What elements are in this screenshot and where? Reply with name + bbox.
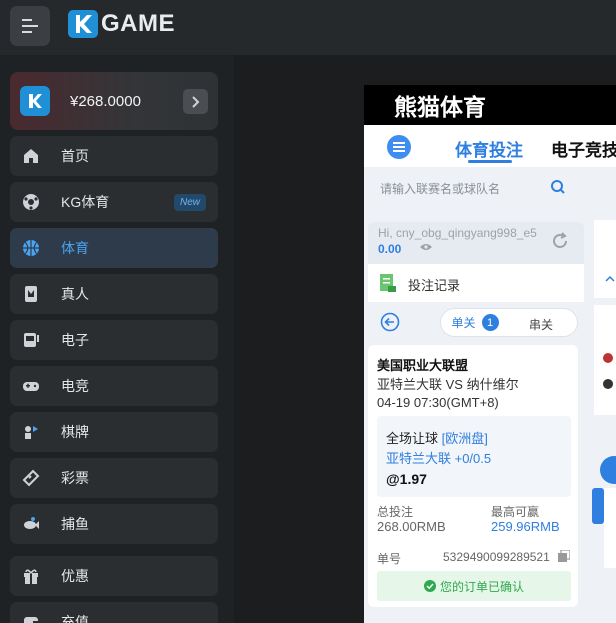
- active-tab-indicator: [468, 160, 512, 163]
- tabs-menu-button[interactable]: [387, 135, 411, 159]
- tab-sports-betting[interactable]: 体育投注: [455, 136, 523, 161]
- home-icon: [21, 146, 41, 166]
- soccer-ball-icon: [21, 192, 41, 212]
- parlay-bet-tab[interactable]: 串关: [529, 316, 553, 333]
- sidebar-item-label: 体育: [61, 240, 89, 256]
- sidebar-item-kg-sports[interactable]: KG体育 New: [10, 182, 218, 222]
- wallet-icon: [21, 612, 41, 623]
- gamepad-icon: [21, 376, 41, 396]
- bet-mode-toggle: 单关 1 串关: [440, 308, 578, 337]
- collapsed-right-column: [592, 167, 616, 623]
- sportsbook-panel: 熊猫体育 体育投注 电子竞技 请输入联赛名或球队名 Hi, cny_obg_qi…: [364, 85, 616, 623]
- wallet-expand-button[interactable]: [183, 89, 208, 114]
- playing-card-icon: [21, 284, 41, 304]
- eye-icon[interactable]: [420, 243, 432, 251]
- search-bar: 请输入联赛名或球队名: [364, 168, 588, 208]
- sidebar-item-cards[interactable]: 棋牌: [10, 412, 218, 452]
- bet-odds: @1.97: [386, 471, 427, 487]
- panel-title: 熊猫体育: [364, 85, 616, 125]
- stake-value: 268.00RMB: [377, 519, 446, 534]
- sidebar-item-label: 充值: [61, 614, 89, 623]
- chevron-right-icon: [191, 95, 199, 108]
- ticket-icon: [21, 468, 41, 488]
- sidebar: ¥268.0000 首页 KG体育 New 体育 真人 电子 电竞 棋牌 彩票: [0, 55, 234, 623]
- list-icon: [393, 142, 405, 152]
- bet-slip-card: 美国职业大联盟 亚特兰大联 VS 纳什维尔 04-19 07:30(GMT+8)…: [368, 345, 578, 607]
- tab-esports[interactable]: 电子竞技: [551, 136, 616, 161]
- chess-piece-icon: [21, 422, 41, 442]
- sidebar-item-deposit[interactable]: 充值: [10, 602, 218, 623]
- basketball-icon: [21, 238, 41, 258]
- market-box: 全场让球 [欧洲盘] 亚特兰大联 +0/0.5 @1.97: [377, 416, 571, 497]
- order-confirmed-banner: 您的订单已确认: [377, 571, 571, 601]
- refresh-icon[interactable]: [550, 231, 570, 251]
- match-time: 04-19 07:30(GMT+8): [377, 395, 499, 410]
- bet-records-row[interactable]: 投注记录: [368, 264, 584, 302]
- sidebar-item-home[interactable]: 首页: [10, 136, 218, 176]
- sidebar-item-label: 捕鱼: [61, 516, 89, 532]
- sidebar-item-label: 首页: [61, 148, 89, 164]
- sidebar-item-promos[interactable]: 优惠: [10, 556, 218, 596]
- sidebar-item-label: KG体育: [61, 194, 110, 210]
- panel-tabs: 体育投注 电子竞技: [364, 125, 616, 167]
- back-arrow-icon[interactable]: [380, 312, 400, 332]
- copy-icon[interactable]: [558, 550, 570, 562]
- new-badge: New: [173, 194, 206, 211]
- order-number-value: 5329490099289521: [443, 550, 550, 564]
- sidebar-item-slots[interactable]: 电子: [10, 320, 218, 360]
- sidebar-item-live[interactable]: 真人: [10, 274, 218, 314]
- wallet-card[interactable]: ¥268.0000: [10, 72, 218, 130]
- market-name: 全场让球 [欧洲盘]: [386, 431, 488, 446]
- max-win-label: 最高可赢: [491, 505, 540, 519]
- kgame-logo-mark: [68, 10, 98, 38]
- gift-icon: [21, 566, 41, 586]
- sidebar-item-label: 电子: [61, 332, 89, 348]
- fish-icon: [21, 514, 41, 534]
- sidebar-item-esports[interactable]: 电竞: [10, 366, 218, 406]
- market-type: [欧洲盘]: [441, 431, 488, 446]
- kgame-logo[interactable]: GAME: [67, 8, 175, 40]
- top-header: GAME: [0, 0, 616, 55]
- wallet-logo-icon: [20, 86, 50, 116]
- order-number-label: 单号: [377, 552, 402, 566]
- sidebar-item-label: 电竞: [61, 378, 89, 394]
- stake-label: 总投注: [377, 505, 414, 519]
- panel-balance: 0.00: [378, 242, 402, 256]
- sidebar-item-label: 优惠: [61, 568, 89, 584]
- order-status: 您的订单已确认: [439, 579, 524, 594]
- sidebar-item-lottery[interactable]: 彩票: [10, 458, 218, 498]
- menu-button[interactable]: [10, 6, 50, 46]
- bet-records-label: 投注记录: [408, 278, 461, 293]
- sidebar-item-label: 真人: [61, 286, 89, 302]
- league-name: 美国职业大联盟: [377, 358, 469, 373]
- search-input[interactable]: 请输入联赛名或球队名: [380, 180, 500, 197]
- sidebar-item-fishing[interactable]: 捕鱼: [10, 504, 218, 544]
- single-bet-label: 单关: [451, 316, 476, 330]
- receipt-icon: [380, 274, 396, 292]
- sidebar-item-label: 彩票: [61, 470, 89, 486]
- user-info: Hi, cny_obg_qingyang998_e5 0.00: [368, 222, 584, 264]
- search-icon[interactable]: [550, 179, 566, 195]
- single-bet-tab[interactable]: 单关 1: [441, 309, 509, 336]
- bet-mode-row: 单关 1 串关: [368, 302, 584, 344]
- bet-selection: 亚特兰大联 +0/0.5: [386, 451, 492, 466]
- max-win-value: 259.96RMB: [491, 519, 560, 534]
- username: Hi, cny_obg_qingyang998_e5: [378, 226, 537, 240]
- sidebar-item-label: 棋牌: [61, 424, 89, 440]
- sidebar-item-sports[interactable]: 体育: [10, 228, 218, 268]
- wallet-balance: ¥268.0000: [70, 92, 141, 110]
- single-bet-count: 1: [481, 314, 499, 331]
- slot-machine-icon: [21, 330, 41, 350]
- check-circle-icon: [423, 580, 436, 592]
- logo-text: GAME: [101, 10, 175, 37]
- menu-icon: [22, 19, 38, 33]
- match-name: 亚特兰大联 VS 纳什维尔: [377, 377, 519, 392]
